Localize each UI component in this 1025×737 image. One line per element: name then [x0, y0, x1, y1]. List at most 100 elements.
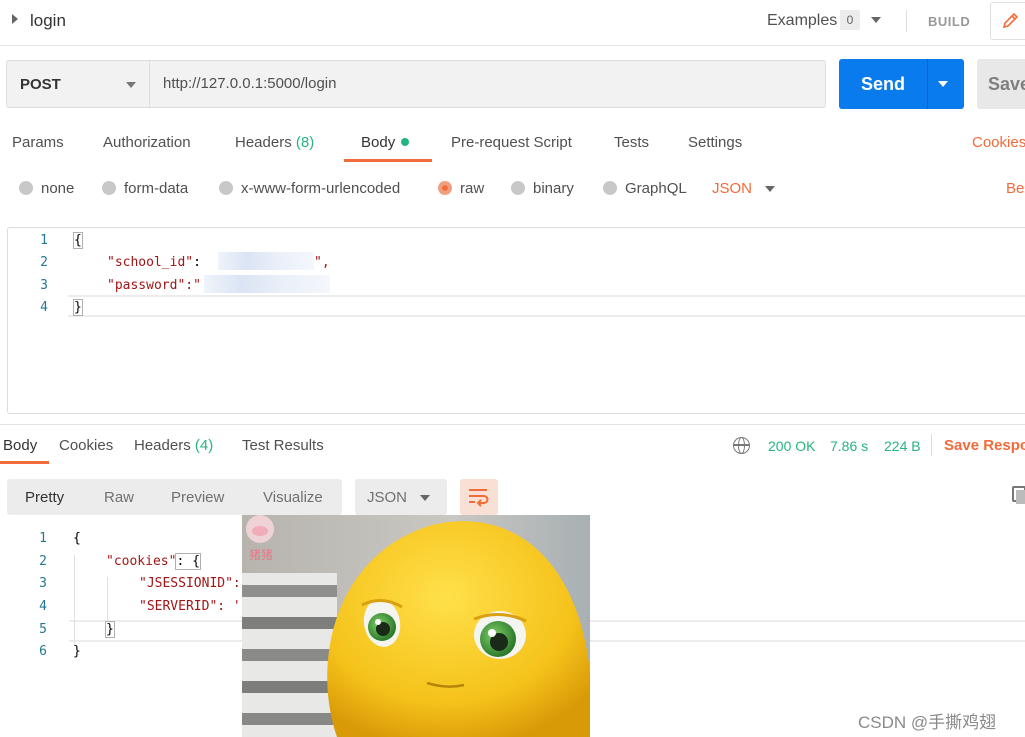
- radio-graphql-label[interactable]: GraphQL: [625, 180, 687, 197]
- sticker-image: 猪猪: [242, 515, 590, 737]
- request-title[interactable]: login: [30, 11, 66, 31]
- json-punct: :": [185, 278, 201, 293]
- chevron-down-icon: [420, 495, 430, 501]
- radio-urlencoded[interactable]: [219, 181, 233, 195]
- tab-authorization[interactable]: Authorization: [103, 134, 191, 151]
- json-key: "JSESSIONID":: [139, 576, 241, 591]
- radio-binary-label[interactable]: binary: [533, 180, 574, 197]
- save-button[interactable]: Save: [977, 59, 1025, 109]
- radio-none[interactable]: [19, 181, 33, 195]
- indent-guide: [107, 577, 108, 622]
- json-key: "school_id": [107, 255, 194, 270]
- caret-right-icon[interactable]: [12, 14, 18, 24]
- json-key: "password": [107, 278, 186, 293]
- tab-test-results[interactable]: Test Results: [242, 437, 324, 454]
- radio-binary[interactable]: [511, 181, 525, 195]
- active-tab-indicator: [0, 461, 49, 464]
- response-time[interactable]: 7.86 s: [830, 438, 868, 454]
- view-raw-button[interactable]: Raw: [104, 489, 134, 506]
- method-label: POST: [20, 76, 61, 93]
- send-label: Send: [861, 74, 906, 94]
- json-colon: :: [193, 255, 201, 270]
- view-pretty-button[interactable]: Pretty: [25, 489, 64, 506]
- response-format-select[interactable]: JSON: [355, 479, 447, 515]
- divider: [927, 59, 928, 109]
- view-preview-button[interactable]: Preview: [171, 489, 224, 506]
- tab-headers[interactable]: Headers (8): [235, 134, 314, 151]
- chevron-down-icon[interactable]: [871, 17, 881, 23]
- tab-response-cookies[interactable]: Cookies: [59, 437, 113, 454]
- view-visualize-button[interactable]: Visualize: [263, 489, 323, 506]
- tab-params[interactable]: Params: [12, 134, 64, 151]
- line-number: 2: [39, 554, 47, 569]
- redacted-value: [204, 275, 330, 293]
- sticker-logo-text: 猪猪: [249, 548, 273, 562]
- chevron-down-icon: [126, 82, 136, 88]
- tab-response-headers-label: Headers: [134, 437, 191, 454]
- request-body-editor[interactable]: 1 2 3 4 { "school_id": ", "password":" }: [7, 227, 1025, 414]
- radio-form-data-label[interactable]: form-data: [124, 180, 188, 197]
- edit-button[interactable]: [990, 2, 1025, 40]
- save-response-button[interactable]: Save Respo: [944, 437, 1025, 454]
- tab-tests[interactable]: Tests: [614, 134, 649, 151]
- close-brace: }: [73, 299, 83, 316]
- method-select[interactable]: POST: [6, 60, 150, 108]
- send-button[interactable]: Send: [839, 59, 964, 109]
- pencil-icon: [1002, 12, 1019, 29]
- json-key: "cookies": [106, 554, 177, 569]
- examples-dropdown[interactable]: Examples: [767, 12, 837, 30]
- radio-urlencoded-label[interactable]: x-www-form-urlencoded: [241, 180, 400, 197]
- line-number: 1: [39, 531, 47, 546]
- chevron-down-icon[interactable]: [765, 186, 775, 192]
- line-number: 4: [40, 300, 48, 315]
- close-brace: }: [105, 621, 115, 638]
- close-brace: }: [73, 644, 81, 659]
- cartoon-character-image: 猪猪: [242, 515, 590, 737]
- examples-count-badge: 0: [840, 10, 860, 30]
- cookies-link[interactable]: Cookies: [972, 134, 1025, 151]
- redacted-value: [218, 252, 314, 270]
- tab-response-body[interactable]: Body: [3, 437, 37, 454]
- wrap-lines-icon: [469, 489, 489, 507]
- open-brace: {: [73, 232, 83, 249]
- tab-body[interactable]: Body: [361, 134, 410, 151]
- radio-none-label[interactable]: none: [41, 180, 74, 197]
- language-select[interactable]: JSON: [712, 180, 752, 197]
- indent-guide: [74, 555, 75, 645]
- globe-icon[interactable]: [733, 437, 750, 454]
- radio-form-data[interactable]: [102, 181, 116, 195]
- beautify-link[interactable]: Be: [1006, 180, 1024, 197]
- line-number: 2: [40, 255, 48, 270]
- tab-headers-label: Headers: [235, 134, 292, 151]
- response-view-group: Pretty Raw Preview Visualize: [7, 479, 342, 515]
- watermark: CSDN @手撕鸡翅: [858, 713, 997, 732]
- response-size[interactable]: 224 B: [884, 438, 921, 454]
- response-format-label: JSON: [367, 489, 408, 506]
- divider: [906, 10, 907, 32]
- divider: [931, 434, 932, 456]
- title-bar: login Examples 0 BUILD: [0, 0, 1025, 46]
- radio-raw[interactable]: [438, 181, 452, 195]
- line-number: 3: [40, 278, 48, 293]
- tab-prerequest-script[interactable]: Pre-request Script: [451, 134, 572, 151]
- tab-headers-count: (8): [295, 134, 315, 151]
- status-dot-icon: [401, 138, 410, 146]
- tab-response-headers-count: (4): [194, 437, 214, 454]
- active-tab-indicator: [344, 159, 432, 162]
- json-key: "SERVERID": ': [139, 599, 241, 614]
- status-code[interactable]: 200 OK: [768, 438, 815, 454]
- build-mode-toggle[interactable]: BUILD: [928, 14, 970, 29]
- current-line-highlight: [68, 295, 1025, 317]
- tab-response-headers[interactable]: Headers (4): [134, 437, 213, 454]
- open-brace: {: [73, 531, 81, 546]
- save-label: Save: [988, 74, 1025, 94]
- line-number: 3: [39, 576, 47, 591]
- radio-raw-label[interactable]: raw: [460, 180, 484, 197]
- wrap-lines-button[interactable]: [460, 479, 498, 515]
- url-input[interactable]: http://127.0.0.1:5000/login: [150, 60, 826, 108]
- copy-icon[interactable]: [1012, 486, 1025, 504]
- radio-graphql[interactable]: [603, 181, 617, 195]
- chevron-down-icon[interactable]: [938, 81, 948, 87]
- tab-body-label: Body: [361, 134, 396, 151]
- tab-settings[interactable]: Settings: [688, 134, 742, 151]
